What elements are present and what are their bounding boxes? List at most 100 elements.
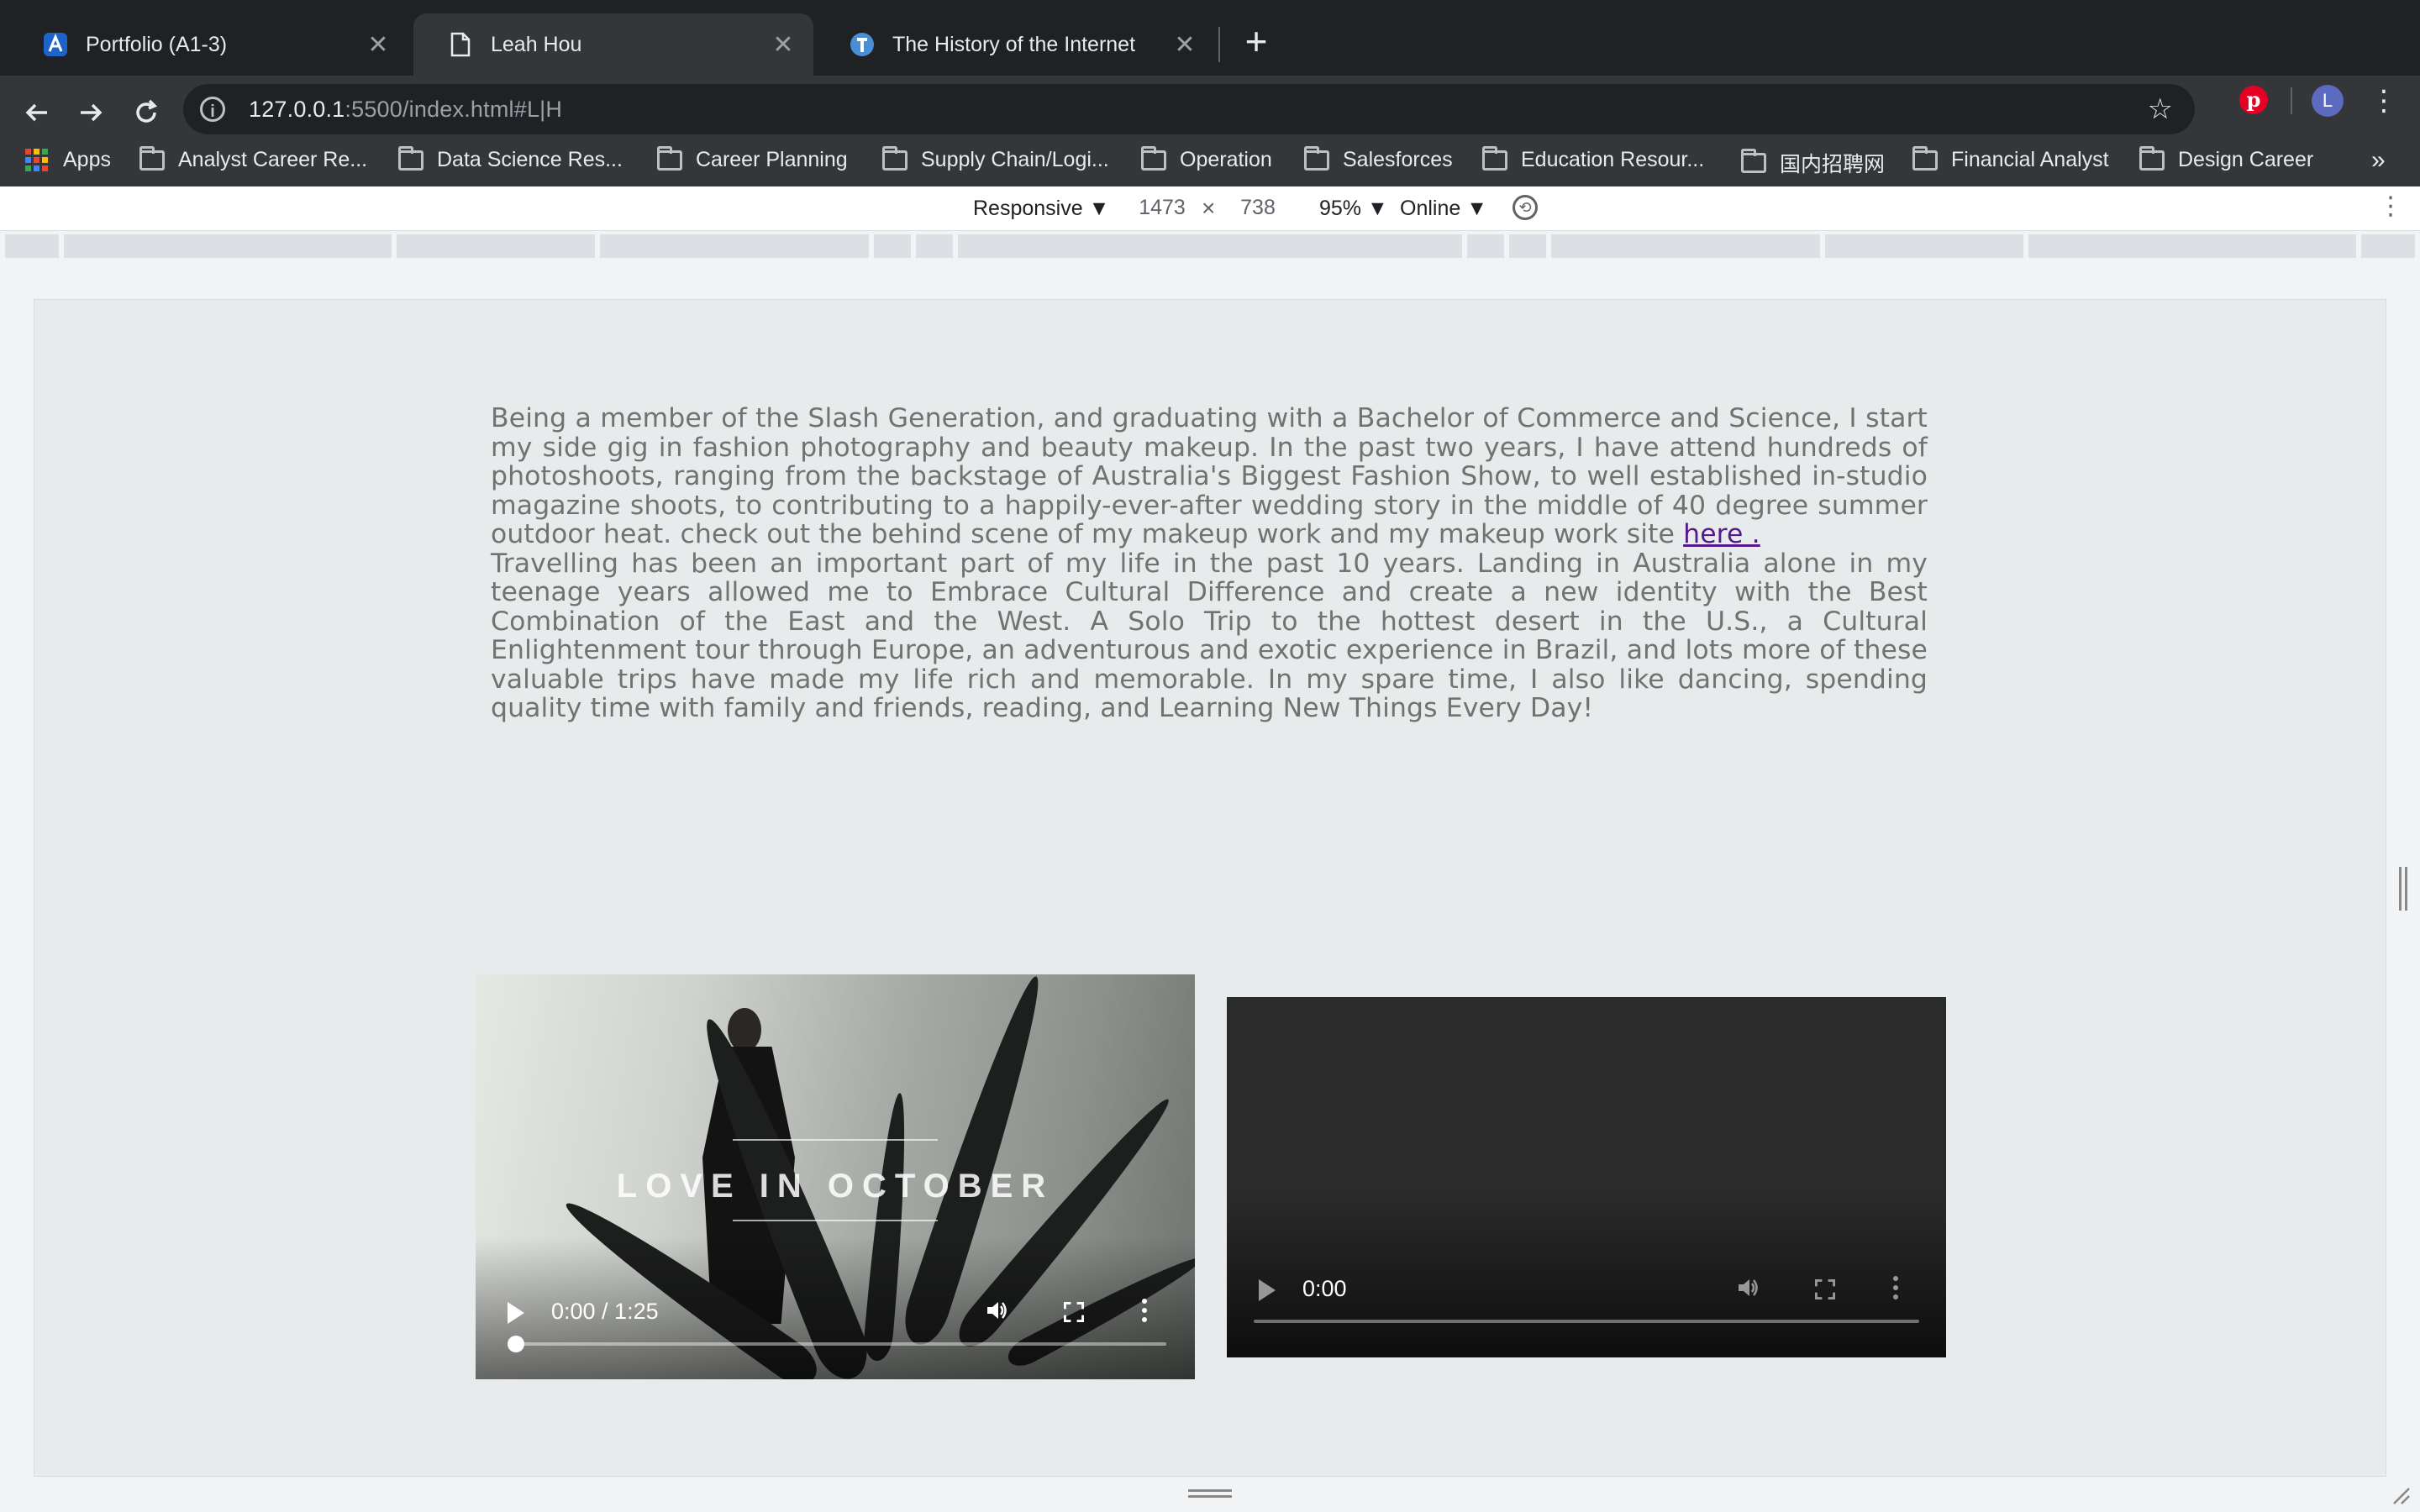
url-text: 127.0.0.1:5500/index.html#L|H <box>249 96 563 122</box>
media-query-bar[interactable] <box>0 231 2420 261</box>
video-progress-bar[interactable] <box>509 1342 1166 1346</box>
play-button[interactable] <box>1259 1279 1276 1301</box>
bookmark-label: 国内招聘网 <box>1780 153 1886 176</box>
toolbar-divider <box>2291 87 2292 114</box>
bookmark-folder[interactable]: Salesforces <box>1304 145 1453 172</box>
makeup-site-link[interactable]: here . <box>1683 519 1760 549</box>
more-vert-icon <box>1893 1276 1898 1299</box>
folder-icon <box>2139 145 2165 171</box>
close-icon[interactable]: ✕ <box>768 29 798 60</box>
reload-icon <box>136 99 158 123</box>
folder-icon <box>882 145 908 171</box>
video-love-in-october[interactable]: LOVE IN OCTOBER 0:00 / 1:25 <box>476 974 1195 1379</box>
viewport-resize-handle-right[interactable] <box>2399 867 2407 911</box>
folder-icon <box>1482 145 1507 171</box>
site-favicon-icon <box>849 31 876 58</box>
bookmark-folder[interactable]: 国内招聘网 <box>1741 148 1885 178</box>
folder-icon <box>139 145 165 171</box>
play-button[interactable] <box>508 1302 524 1324</box>
fullscreen-icon <box>1064 1302 1084 1322</box>
bookmark-folder[interactable]: Design Career <box>2139 145 2314 172</box>
bio-section: Being a member of the Slash Generation, … <box>491 404 1928 723</box>
mute-button[interactable] <box>985 1299 1008 1328</box>
viewport-resize-handle-bottom[interactable] <box>1188 1489 1232 1498</box>
title-rule <box>733 1220 938 1221</box>
page-viewport: Being a member of the Slash Generation, … <box>34 299 2386 1477</box>
bookmark-folder[interactable]: Data Science Res... <box>398 145 623 172</box>
bookmarks-bar: Apps Analyst Career Re... Data Science R… <box>0 134 2420 186</box>
tab-strip: Portfolio (A1-3) ✕ Leah Hou ✕ The Histor… <box>0 0 2420 76</box>
more-vert-icon <box>1142 1299 1147 1322</box>
progress-thumb[interactable] <box>508 1336 524 1352</box>
folder-icon <box>1741 149 1766 173</box>
new-tab-button[interactable]: + <box>1237 22 1276 60</box>
bookmark-folder[interactable]: Career Planning <box>657 145 848 172</box>
video-player-2[interactable]: 0:00 <box>1227 997 1946 1357</box>
bookmark-apps[interactable]: Apps <box>25 148 111 172</box>
model-figure <box>728 1008 761 1052</box>
viewport-resize-corner-icon[interactable] <box>2391 1485 2411 1505</box>
portfolio-favicon-icon <box>42 31 69 58</box>
tab-title: The History of the Internet <box>892 32 1136 56</box>
forward-button[interactable] <box>72 96 109 133</box>
bookmark-label: Financial Analyst <box>1951 148 2109 171</box>
zoom-select[interactable]: 95% ▼ <box>1319 197 1388 221</box>
bookmark-folder[interactable]: Education Resour... <box>1482 145 1705 172</box>
bookmark-label: Design Career <box>2178 148 2314 171</box>
profile-avatar[interactable]: L <box>2312 85 2344 117</box>
folder-icon <box>1304 145 1329 171</box>
device-select[interactable]: Responsive ▼ <box>973 197 1109 221</box>
bookmark-folder[interactable]: Operation <box>1141 145 1272 172</box>
video-options-button[interactable] <box>1893 1276 1898 1299</box>
tab-portfolio[interactable]: Portfolio (A1-3) ✕ <box>8 13 408 76</box>
volume-icon <box>987 1302 1007 1319</box>
bookmarks-overflow-icon[interactable]: » <box>2371 146 2386 175</box>
bio-paragraph-2: Travelling has been an important part of… <box>491 548 1928 723</box>
forward-arrow-icon <box>81 103 103 122</box>
video-progress-bar[interactable] <box>1254 1320 1919 1323</box>
address-bar[interactable]: i 127.0.0.1:5500/index.html#L|H ☆ <box>183 84 2195 134</box>
reload-button[interactable] <box>128 96 165 133</box>
play-icon <box>508 1302 524 1324</box>
pinterest-extension-icon[interactable]: p <box>2239 86 2268 114</box>
site-info-icon[interactable]: i <box>200 97 225 122</box>
bookmark-label: Supply Chain/Logi... <box>921 148 1109 171</box>
fullscreen-button[interactable] <box>1064 1302 1084 1322</box>
tab-leah-hou[interactable]: Leah Hou ✕ <box>413 13 813 76</box>
folder-icon <box>1141 145 1166 171</box>
network-throttle-select[interactable]: Online ▼ <box>1400 197 1487 221</box>
video-options-button[interactable] <box>1142 1299 1147 1322</box>
apps-grid-icon <box>25 149 48 171</box>
bookmark-folder[interactable]: Financial Analyst <box>1912 145 2109 172</box>
bookmark-label: Career Planning <box>696 148 848 171</box>
video-time: 0:00 / 1:25 <box>551 1299 659 1324</box>
device-toolbar: Responsive ▼ 1473 × 738 95% ▼ Online ▼ ⟲… <box>0 186 2420 231</box>
bookmark-label: Salesforces <box>1343 148 1453 171</box>
close-icon[interactable]: ✕ <box>363 29 393 60</box>
width-input[interactable]: 1473 <box>1126 192 1198 223</box>
bookmark-star-icon[interactable]: ☆ <box>2148 92 2173 126</box>
tab-separator <box>1218 27 1220 62</box>
title-rule <box>733 1139 938 1141</box>
volume-icon <box>1739 1279 1758 1296</box>
bookmark-folder[interactable]: Supply Chain/Logi... <box>882 145 1109 172</box>
dimension-separator: × <box>1202 195 1216 221</box>
bookmark-folder[interactable]: Analyst Career Re... <box>139 145 367 172</box>
height-input[interactable]: 738 <box>1222 192 1294 223</box>
bookmark-label: Apps <box>63 148 111 171</box>
device-menu-icon[interactable]: ⋮ <box>2378 192 2403 221</box>
back-button[interactable] <box>18 96 55 133</box>
bookmark-label: Operation <box>1180 148 1272 171</box>
video-time: 0:00 <box>1302 1276 1347 1301</box>
browser-menu-icon[interactable]: ⋮ <box>2370 82 2398 119</box>
rotate-icon[interactable]: ⟲ <box>1512 195 1538 220</box>
document-icon <box>447 31 474 58</box>
close-icon[interactable]: ✕ <box>1170 29 1200 60</box>
bookmark-label: Education Resour... <box>1521 148 1705 171</box>
back-arrow-icon <box>25 103 47 122</box>
tab-title: Leah Hou <box>491 32 582 56</box>
tab-title: Portfolio (A1-3) <box>86 32 228 56</box>
mute-button[interactable] <box>1736 1276 1760 1305</box>
fullscreen-button[interactable] <box>1815 1279 1835 1299</box>
tab-history-internet[interactable]: The History of the Internet ✕ <box>815 13 1215 76</box>
